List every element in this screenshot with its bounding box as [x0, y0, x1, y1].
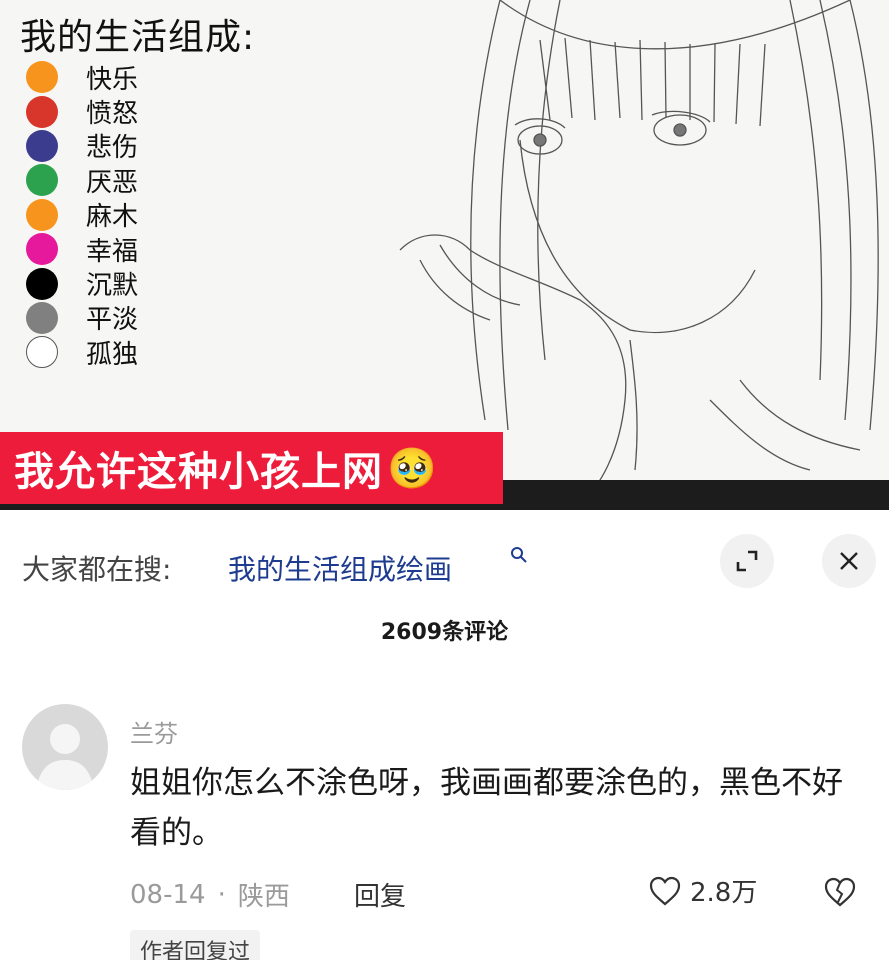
legend-label: 麻木: [86, 202, 139, 233]
legend-color-dot: [26, 61, 58, 94]
legend-item: 愤怒: [26, 94, 139, 130]
like-button[interactable]: 2.8万: [648, 872, 757, 909]
art-title: 我的生活组成:: [20, 17, 256, 58]
legend-label: 厌恶: [86, 167, 139, 198]
legend-label: 沉默: [86, 271, 139, 302]
search-suggestion-link[interactable]: 我的生活组成绘画: [228, 548, 452, 588]
avatar[interactable]: [22, 704, 108, 790]
legend-item: 幸福: [26, 232, 139, 267]
color-legend: 快乐愤怒 悲伤 厌恶麻木 幸福沉默 平淡 孤独: [26, 60, 138, 370]
comment-location: 陕西: [237, 882, 290, 912]
comment-text: 姐姐你怎么不涂色呀，我画画都要涂色的，黑色不好看的。: [130, 765, 843, 851]
expand-button[interactable]: [720, 534, 774, 588]
legend-color-dot: [26, 336, 58, 369]
overlay-caption-banner: 我允许这种小孩上网 🥹: [0, 432, 503, 504]
pleading-face-emoji: 🥹: [387, 445, 438, 492]
legend-color-dot: [26, 164, 58, 197]
legend-color-dot: [26, 95, 58, 128]
artwork-image: 我的生活组成: 快乐愤怒 悲伤 厌恶麻木 幸福沉默 平淡 孤独: [0, 0, 889, 500]
comment-date: 08-14: [130, 879, 206, 910]
comment-item: 兰芬 姐姐你怎么不涂色呀，我画画都要涂色的，黑色不好看的。 08-14 · 陕西…: [0, 700, 889, 960]
legend-label: 平淡: [86, 305, 139, 336]
search-suggestion-bar: 大家都在搜: 我的生活组成绘画: [0, 510, 889, 620]
legend-label: 愤怒: [86, 99, 139, 130]
author-replied-badge[interactable]: 作者回复过: [130, 930, 261, 960]
legend-item: 沉默: [26, 266, 139, 302]
default-avatar-icon: [36, 724, 94, 790]
expand-icon: [736, 550, 758, 572]
legend-label: 孤独: [86, 339, 139, 370]
search-icon[interactable]: [510, 546, 528, 564]
legend-label: 快乐: [86, 64, 139, 95]
broken-heart-icon[interactable]: [822, 876, 858, 908]
legend-item: 悲伤: [26, 129, 138, 163]
reply-button[interactable]: 回复: [354, 876, 406, 913]
comment-count-header: 2609条评论: [380, 620, 509, 645]
legend-item: 麻木: [26, 198, 138, 232]
legend-label: 悲伤: [86, 133, 139, 164]
comment-username[interactable]: 兰芬: [130, 714, 178, 749]
legend-color-dot: [26, 267, 58, 300]
legend-item: 快乐: [26, 60, 139, 95]
overlay-caption-text: 我允许这种小孩上网: [14, 449, 383, 495]
like-count: 2.8万: [690, 878, 758, 908]
comment-meta: 08-14 · 陕西: [130, 876, 290, 913]
girl-sketch-illustration: [399, 0, 879, 500]
heart-icon: [649, 876, 681, 905]
search-prefix-label: 大家都在搜:: [22, 553, 172, 586]
legend-item: 孤独: [26, 335, 139, 370]
legend-color-dot: [26, 301, 58, 334]
close-button[interactable]: [822, 534, 876, 588]
legend-label: 幸福: [86, 236, 139, 267]
legend-color-dot: [26, 198, 58, 231]
close-icon: [840, 552, 858, 570]
legend-color-dot: [26, 233, 58, 266]
legend-item: 厌恶: [26, 163, 139, 198]
meta-separator: ·: [217, 879, 226, 910]
legend-item: 平淡: [26, 301, 138, 335]
legend-color-dot: [26, 129, 58, 162]
